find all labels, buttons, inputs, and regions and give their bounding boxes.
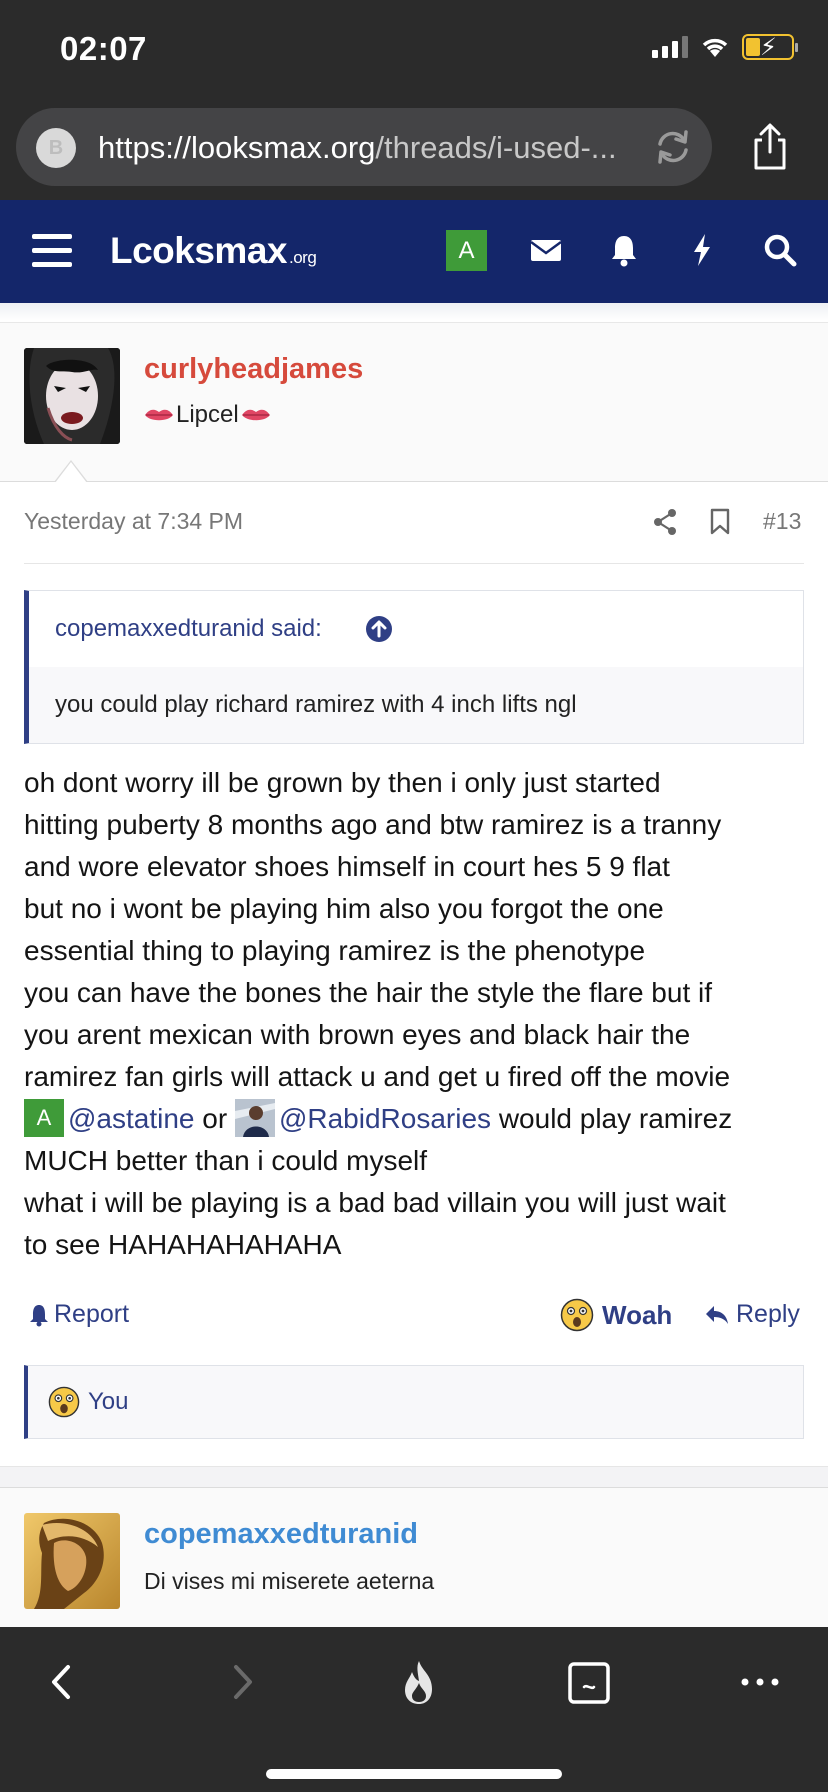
post-gap <box>0 1467 828 1487</box>
url-text[interactable]: https://looksmax.org/threads/i-used-... <box>98 130 638 166</box>
status-icons: ⚡ <box>652 34 798 61</box>
report-button[interactable]: Report <box>28 1300 129 1329</box>
surprised-emoji-icon <box>560 1298 594 1332</box>
lips-icon <box>145 409 173 421</box>
lips-icon <box>241 409 270 421</box>
browser-chrome: B https://looksmax.org/threads/i-used-..… <box>0 100 828 200</box>
url-host: https://looksmax.org <box>98 130 376 165</box>
reactions-bar[interactable]: You <box>24 1365 804 1439</box>
signal-icon <box>652 36 688 58</box>
url-bar[interactable]: B https://looksmax.org/threads/i-used-..… <box>16 108 712 186</box>
browser-toolbar <box>0 1627 828 1792</box>
site-favicon: B <box>36 128 76 168</box>
forward-icon[interactable] <box>216 1657 266 1707</box>
post-timestamp[interactable]: Yesterday at 7:34 PM <box>24 508 243 535</box>
lightning-icon[interactable] <box>682 230 722 270</box>
more-icon[interactable] <box>735 1657 785 1707</box>
status-time: 02:07 <box>60 30 147 67</box>
nav-shadow <box>0 303 828 321</box>
bookmark-icon[interactable] <box>709 508 731 536</box>
reactions-list[interactable]: You <box>88 1388 129 1416</box>
next-post-author-block: copemaxxedturanid Di vises mi miserete a… <box>0 1487 828 1627</box>
quote-author[interactable]: copemaxxedturanid said: <box>55 615 322 643</box>
message-line: to see HAHAHAHAHAHA <box>24 1229 342 1260</box>
share-post-icon[interactable] <box>652 508 678 536</box>
message-line: you arent mexican with brown eyes and bl… <box>24 1019 691 1050</box>
mention-avatar[interactable]: A <box>24 1098 64 1137</box>
inbox-icon[interactable] <box>526 230 566 270</box>
search-icon[interactable] <box>760 230 800 270</box>
wifi-icon <box>702 38 728 57</box>
message-line-mentions: A @astatine or @RabidRosaries would play … <box>24 1098 814 1140</box>
post-message: oh dont worry ill be grown by then i onl… <box>24 762 814 1266</box>
author-name[interactable]: curlyheadjames <box>144 353 363 386</box>
logo-suffix: .org <box>289 248 317 267</box>
reload-icon[interactable] <box>652 126 694 168</box>
url-path: /threads/i-used-... <box>375 130 617 165</box>
author-title: Lipcel <box>144 401 271 429</box>
logo-text: Lcoksmax <box>110 230 288 271</box>
message-line: oh dont worry ill be grown by then i onl… <box>24 767 661 798</box>
author-avatar[interactable] <box>24 348 120 444</box>
reply-icon <box>706 1305 728 1324</box>
author-name[interactable]: copemaxxedturanid <box>144 1518 418 1551</box>
burn-icon[interactable] <box>394 1657 444 1707</box>
mention-link[interactable]: @RabidRosaries <box>279 1103 491 1134</box>
message-line: but no i wont be playing him also you fo… <box>24 893 664 924</box>
mention-link[interactable]: @astatine <box>68 1103 195 1134</box>
site-logo[interactable]: Lcoksmax .org <box>110 230 317 272</box>
reply-button[interactable]: Reply <box>704 1300 800 1329</box>
account-avatar[interactable]: A <box>446 230 487 271</box>
divider <box>24 563 804 564</box>
bell-icon <box>30 1304 48 1326</box>
home-indicator[interactable] <box>266 1769 562 1779</box>
status-bar: 02:07 ⚡ <box>0 0 828 100</box>
message-line: hitting puberty 8 months ago and btw ram… <box>24 809 722 840</box>
post-author-block: curlyheadjames Lipcel <box>0 322 828 482</box>
site-nav: Lcoksmax .org A <box>0 200 828 303</box>
quote-block: copemaxxedturanid said: you could play r… <box>24 590 804 744</box>
share-icon[interactable] <box>748 122 792 172</box>
tabs-icon[interactable] <box>564 1657 614 1707</box>
message-text: or <box>194 1103 235 1134</box>
report-label: Report <box>54 1300 130 1328</box>
author-avatar[interactable] <box>24 1513 120 1609</box>
author-pointer <box>54 460 88 483</box>
jump-to-quote-icon[interactable] <box>365 615 393 643</box>
quote-text: you could play richard ramirez with 4 in… <box>55 691 577 718</box>
message-line: you can have the bones the hair the styl… <box>24 977 712 1008</box>
message-line: what i will be playing is a bad bad vill… <box>24 1187 726 1218</box>
woah-label: Woah <box>602 1299 673 1330</box>
message-line: and wore elevator shoes himself in court… <box>24 851 670 882</box>
mention-avatar[interactable] <box>234 1098 275 1137</box>
post-number[interactable]: #13 <box>763 508 801 535</box>
message-line: essential thing to playing ramirez is th… <box>24 935 646 966</box>
bell-icon[interactable] <box>604 230 644 270</box>
author-title: Di vises mi miserete aeterna <box>144 1568 435 1594</box>
react-woah-button[interactable]: Woah <box>560 1298 672 1332</box>
surprised-emoji-icon <box>48 1386 80 1418</box>
menu-icon[interactable] <box>32 234 72 268</box>
author-title-text: Lipcel <box>176 401 239 428</box>
message-line: MUCH better than i could myself <box>24 1145 428 1176</box>
message-text: would play ramirez <box>491 1103 733 1134</box>
back-icon[interactable] <box>38 1657 88 1707</box>
message-line: ramirez fan girls will attack u and get … <box>24 1061 731 1092</box>
reply-label: Reply <box>736 1300 800 1328</box>
battery-icon: ⚡ <box>742 34 798 61</box>
quote-header: copemaxxedturanid said: <box>29 591 803 667</box>
